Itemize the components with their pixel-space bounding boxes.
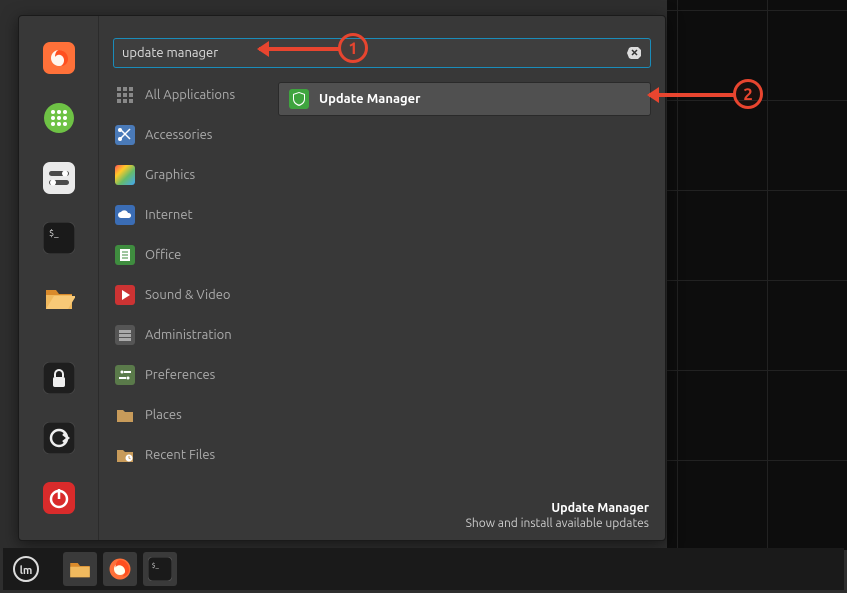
- svg-text:$_: $_: [152, 562, 160, 570]
- category-label: Recent Files: [145, 448, 215, 462]
- preferences-icon: [115, 365, 135, 385]
- svg-text:$_: $_: [49, 228, 59, 238]
- admin-icon: [115, 325, 135, 345]
- category-label: Sound & Video: [145, 288, 231, 302]
- logout-button[interactable]: [39, 418, 79, 458]
- document-icon: [115, 245, 135, 265]
- category-label: Administration: [145, 328, 232, 342]
- favorite-files[interactable]: [39, 278, 79, 318]
- play-icon: [115, 285, 135, 305]
- search-field[interactable]: [113, 38, 651, 68]
- folder-recent-icon: [115, 445, 135, 465]
- taskbar-files[interactable]: [63, 552, 97, 586]
- category-accessories[interactable]: Accessories: [113, 122, 278, 148]
- menu-button[interactable]: lm: [9, 552, 43, 586]
- power-button[interactable]: [39, 478, 79, 518]
- taskbar-terminal[interactable]: $_: [143, 552, 177, 586]
- svg-text:lm: lm: [20, 565, 33, 577]
- category-label: All Applications: [145, 88, 235, 102]
- description-body: Show and install available updates: [466, 517, 649, 530]
- shield-icon: [289, 89, 309, 109]
- favorite-settings[interactable]: [39, 158, 79, 198]
- grid-icon: [115, 85, 135, 105]
- favorite-apps-grid[interactable]: [39, 98, 79, 138]
- annotation-step-1: 1: [338, 33, 368, 63]
- scissors-icon: [115, 125, 135, 145]
- category-label: Graphics: [145, 168, 195, 182]
- palette-icon: [115, 165, 135, 185]
- category-internet[interactable]: Internet: [113, 202, 278, 228]
- annotation-step-2: 2: [733, 79, 763, 109]
- category-office[interactable]: Office: [113, 242, 278, 268]
- category-label: Office: [145, 248, 181, 262]
- annotation-arrow-1: [259, 47, 339, 51]
- category-graphics[interactable]: Graphics: [113, 162, 278, 188]
- category-recent-files[interactable]: Recent Files: [113, 442, 278, 468]
- result-update-manager[interactable]: Update Manager: [278, 82, 651, 116]
- favorites-sidebar: $_: [19, 16, 99, 540]
- category-administration[interactable]: Administration: [113, 322, 278, 348]
- taskbar: lm $_: [3, 548, 844, 590]
- application-menu: $_ All Applications: [18, 15, 666, 541]
- favorite-terminal[interactable]: $_: [39, 218, 79, 258]
- annotation-arrow-2: [649, 93, 734, 97]
- category-places[interactable]: Places: [113, 402, 278, 428]
- category-all[interactable]: All Applications: [113, 82, 278, 108]
- category-label: Preferences: [145, 368, 215, 382]
- category-label: Accessories: [145, 128, 212, 142]
- description-title: Update Manager: [466, 501, 649, 515]
- results-list: Update Manager: [278, 82, 651, 530]
- folder-icon: [115, 405, 135, 425]
- clear-search-icon[interactable]: [626, 45, 642, 61]
- taskbar-firefox[interactable]: [103, 552, 137, 586]
- favorite-firefox[interactable]: [39, 38, 79, 78]
- category-preferences[interactable]: Preferences: [113, 362, 278, 388]
- category-list: All Applications Accessories Graphics In…: [113, 82, 278, 530]
- cloud-icon: [115, 205, 135, 225]
- lock-button[interactable]: [39, 358, 79, 398]
- category-label: Internet: [145, 208, 193, 222]
- category-label: Places: [145, 408, 182, 422]
- app-description: Update Manager Show and install availabl…: [466, 501, 649, 530]
- category-sound-video[interactable]: Sound & Video: [113, 282, 278, 308]
- result-label: Update Manager: [319, 92, 421, 106]
- search-input[interactable]: [122, 46, 626, 60]
